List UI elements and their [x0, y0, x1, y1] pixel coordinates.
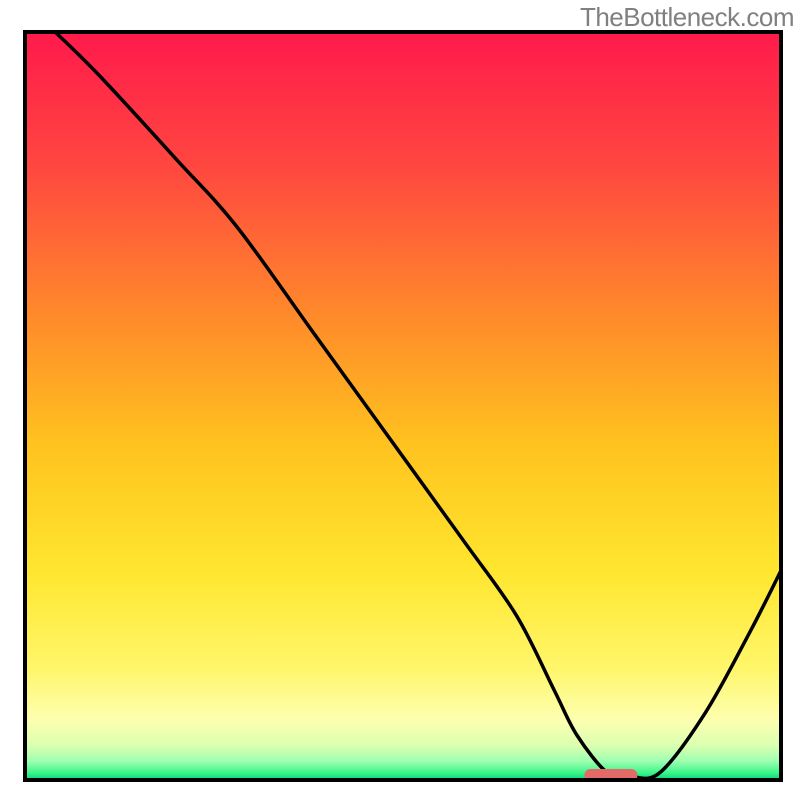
watermark-text: TheBottleneck.com [580, 2, 794, 33]
bottleneck-chart [0, 0, 800, 800]
gradient-background [25, 32, 781, 780]
